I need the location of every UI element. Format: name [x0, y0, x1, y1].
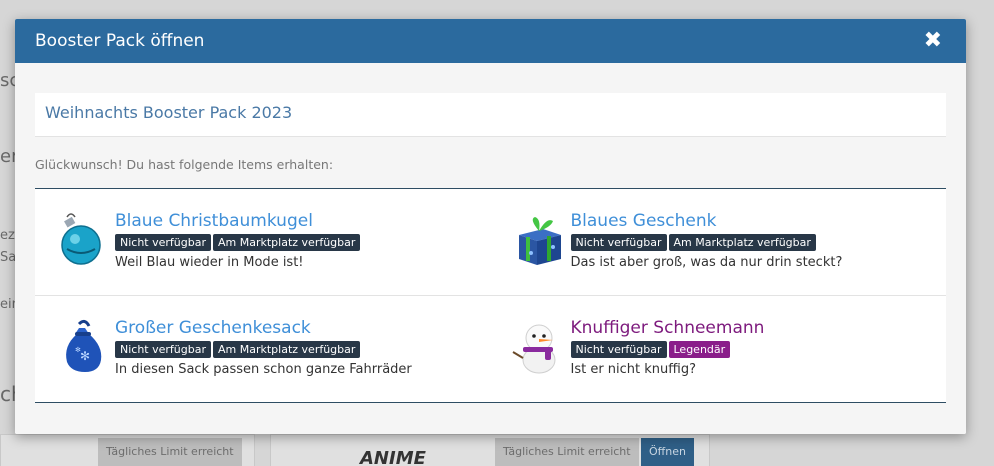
- badge-availability: Nicht verfügbar: [570, 234, 667, 251]
- badge-legendary: Legendär: [668, 341, 731, 358]
- modal-header: Booster Pack öffnen ✖: [15, 19, 966, 63]
- badge-market: Am Marktplatz verfügbar: [213, 234, 361, 251]
- modal-title: Booster Pack öffnen: [35, 31, 205, 51]
- badge-market: Am Marktplatz verfügbar: [213, 341, 361, 358]
- item-row: ✻ ✻ Großer Geschenkesack Nicht verfügbar…: [35, 296, 946, 403]
- badge-availability: Nicht verfügbar: [115, 234, 211, 251]
- open-button[interactable]: Öffnen: [641, 438, 694, 466]
- item-card: ✻ ✻ Großer Geschenkesack Nicht verfügbar…: [35, 296, 491, 402]
- item-description: Das ist aber groß, was da nur drin steck…: [570, 255, 843, 270]
- booster-pack-modal: Booster Pack öffnen ✖ Weihnachts Booster…: [15, 19, 966, 434]
- bg-text-fragment: Sa: [0, 250, 17, 265]
- items-list: Blaue Christbaumkugel Nicht verfügbar Am…: [35, 189, 946, 403]
- item-card: Knuffiger Schneemann Nicht verfügbar Leg…: [491, 296, 947, 402]
- item-card: Blaues Geschenk Nicht verfügbar Am Markt…: [491, 189, 947, 295]
- bg-text-fragment: ez: [0, 228, 15, 243]
- pack-panel: Weihnachts Booster Pack 2023: [35, 93, 946, 137]
- sack-icon: ✻ ✻: [53, 316, 113, 376]
- svg-text:✻: ✻: [80, 349, 90, 363]
- item-badges: Nicht verfügbar Am Marktplatz verfügbar: [570, 234, 843, 251]
- item-description: Ist er nicht knuffig?: [570, 362, 697, 377]
- item-description: In diesen Sack passen schon ganze Fahrrä…: [115, 362, 412, 377]
- bg-logo-text: ANIME: [360, 448, 426, 466]
- ornament-icon: [53, 209, 113, 269]
- modal-body: Weihnachts Booster Pack 2023 Glückwunsch…: [15, 63, 966, 434]
- badge-availability: Nicht verfügbar: [570, 341, 667, 358]
- daily-limit-button[interactable]: Tägliches Limit erreicht: [495, 438, 639, 466]
- item-badges: Nicht verfügbar Am Marktplatz verfügbar: [115, 341, 412, 358]
- congrats-message: Glückwunsch! Du hast folgende Items erha…: [35, 137, 946, 189]
- daily-limit-button[interactable]: Tägliches Limit erreicht: [98, 438, 242, 466]
- badge-market: Am Marktplatz verfügbar: [668, 234, 816, 251]
- item-name: Blaue Christbaumkugel: [115, 211, 313, 231]
- close-icon[interactable]: ✖: [924, 30, 942, 52]
- item-card: Blaue Christbaumkugel Nicht verfügbar Am…: [35, 189, 491, 295]
- item-badges: Nicht verfügbar Am Marktplatz verfügbar: [115, 234, 361, 251]
- item-badges: Nicht verfügbar Legendär: [570, 341, 765, 358]
- item-description: Weil Blau wieder in Mode ist!: [115, 255, 304, 270]
- gift-icon: [509, 209, 569, 269]
- item-name: Blaues Geschenk: [570, 211, 717, 231]
- svg-text:✻: ✻: [75, 346, 81, 354]
- item-row: Blaue Christbaumkugel Nicht verfügbar Am…: [35, 189, 946, 296]
- badge-availability: Nicht verfügbar: [115, 341, 211, 358]
- snowman-icon: [509, 316, 569, 376]
- item-name: Großer Geschenkesack: [115, 318, 311, 338]
- item-name: Knuffiger Schneemann: [570, 318, 765, 338]
- pack-title: Weihnachts Booster Pack 2023: [35, 93, 946, 137]
